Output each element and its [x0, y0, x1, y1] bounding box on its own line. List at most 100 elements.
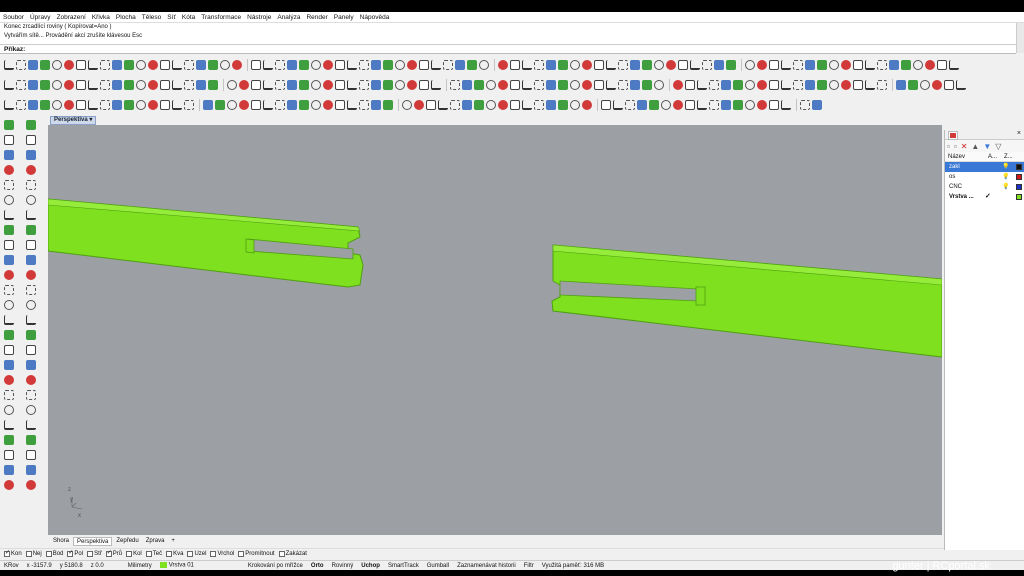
- toolbar-tool-icon[interactable]: [714, 60, 724, 70]
- toolbar-tool-icon[interactable]: [522, 100, 532, 110]
- left-tool-icon[interactable]: [4, 360, 14, 370]
- osnap-option[interactable]: Prů: [105, 549, 122, 557]
- layer-color-swatch[interactable]: [1016, 174, 1022, 180]
- left-tool-icon[interactable]: [4, 390, 14, 400]
- toolbar-tool-icon[interactable]: [721, 100, 731, 110]
- toolbar-tool-icon[interactable]: [148, 60, 158, 70]
- col-name[interactable]: Název: [945, 152, 985, 161]
- toolbar-tool-icon[interactable]: [64, 80, 74, 90]
- toolbar-tool-icon[interactable]: [486, 80, 496, 90]
- toolbar-tool-icon[interactable]: [220, 60, 230, 70]
- osnap-option[interactable]: Stř: [87, 550, 102, 557]
- toolbar-tool-icon[interactable]: [582, 100, 592, 110]
- osnap-checkbox[interactable]: [166, 550, 173, 557]
- toolbar-tool-icon[interactable]: [395, 80, 405, 90]
- toolbar-tool-icon[interactable]: [16, 100, 26, 110]
- toolbar-tool-icon[interactable]: [426, 100, 436, 110]
- toolbar-tool-icon[interactable]: [932, 80, 942, 90]
- toolbar-tool-icon[interactable]: [136, 60, 146, 70]
- menu-item[interactable]: Plocha: [116, 14, 136, 21]
- toolbar-tool-icon[interactable]: [407, 80, 417, 90]
- status-cplane[interactable]: KRov: [0, 563, 23, 569]
- left-tool-icon[interactable]: [4, 255, 14, 265]
- toolbar-tool-icon[interactable]: [371, 100, 381, 110]
- osnap-checkbox[interactable]: [187, 550, 194, 557]
- toolbar-tool-icon[interactable]: [28, 60, 38, 70]
- osnap-toggle[interactable]: Uchop: [357, 563, 384, 569]
- toolbar-tool-icon[interactable]: [124, 80, 134, 90]
- toolbar-tool-icon[interactable]: [865, 80, 875, 90]
- toolbar-tool-icon[interactable]: [949, 60, 959, 70]
- chevron-down-icon[interactable]: ▾: [89, 117, 92, 123]
- toolbar-tool-icon[interactable]: [498, 80, 508, 90]
- left-tool-icon[interactable]: [26, 420, 36, 430]
- view-tab[interactable]: Perspektiva: [73, 537, 113, 546]
- menu-item[interactable]: Křivka: [92, 14, 110, 21]
- toolbar-tool-icon[interactable]: [323, 80, 333, 90]
- toolbar-tool-icon[interactable]: [100, 100, 110, 110]
- toolbar-tool-icon[interactable]: [4, 60, 14, 70]
- left-tool-icon[interactable]: [4, 135, 14, 145]
- toolbar-tool-icon[interactable]: [474, 80, 484, 90]
- toolbar-tool-icon[interactable]: [829, 60, 839, 70]
- toolbar-tool-icon[interactable]: [745, 80, 755, 90]
- osnap-option[interactable]: Teč: [145, 550, 162, 557]
- toolbar-tool-icon[interactable]: [467, 60, 477, 70]
- toolbar-tool-icon[interactable]: [359, 100, 369, 110]
- toolbar-tool-icon[interactable]: [299, 100, 309, 110]
- toolbar-tool-icon[interactable]: [462, 100, 472, 110]
- toolbar-tool-icon[interactable]: [239, 80, 249, 90]
- osnap-option[interactable]: Kol: [126, 550, 142, 557]
- toolbar-tool-icon[interactable]: [697, 80, 707, 90]
- toolbar-tool-icon[interactable]: [184, 60, 194, 70]
- toolbar-tool-icon[interactable]: [661, 100, 671, 110]
- toolbar-tool-icon[interactable]: [335, 60, 345, 70]
- left-tool-icon[interactable]: [4, 240, 14, 250]
- toolbar-tool-icon[interactable]: [709, 80, 719, 90]
- layer-color-swatch[interactable]: [1016, 194, 1022, 200]
- toolbar-tool-icon[interactable]: [757, 60, 767, 70]
- layer-row[interactable]: zakl 💡: [945, 162, 1024, 172]
- left-tool-icon[interactable]: [4, 180, 14, 190]
- toolbar-tool-icon[interactable]: [558, 80, 568, 90]
- toolbar-tool-icon[interactable]: [486, 100, 496, 110]
- toolbar-tool-icon[interactable]: [299, 60, 309, 70]
- toolbar-tool-icon[interactable]: [510, 80, 520, 90]
- toolbar-tool-icon[interactable]: [419, 60, 429, 70]
- right-beam-object[interactable]: [551, 244, 942, 358]
- menu-item[interactable]: Nástroje: [247, 14, 271, 21]
- left-tool-icon[interactable]: [26, 135, 36, 145]
- left-tool-icon[interactable]: [4, 270, 14, 280]
- osnap-option[interactable]: Kva: [166, 550, 183, 557]
- menu-item[interactable]: Analýza: [277, 14, 300, 21]
- toolbar-tool-icon[interactable]: [172, 60, 182, 70]
- smarttrack-toggle[interactable]: SmartTrack: [384, 563, 423, 569]
- toolbar-tool-icon[interactable]: [642, 80, 652, 90]
- toolbar-tool-icon[interactable]: [196, 60, 206, 70]
- left-tool-icon[interactable]: [26, 360, 36, 370]
- toolbar-tool-icon[interactable]: [100, 60, 110, 70]
- toolbar-tool-icon[interactable]: [805, 60, 815, 70]
- toolbar-tool-icon[interactable]: [76, 100, 86, 110]
- close-icon[interactable]: ×: [1017, 130, 1021, 137]
- perspective-viewport[interactable]: z y x: [48, 125, 942, 535]
- toolbar-tool-icon[interactable]: [829, 80, 839, 90]
- toolbar-tool-icon[interactable]: [287, 80, 297, 90]
- planar-toggle[interactable]: Rovinný: [328, 563, 358, 569]
- left-tool-icon[interactable]: [26, 450, 36, 460]
- toolbar-tool-icon[interactable]: [606, 80, 616, 90]
- toolbar-tool-icon[interactable]: [450, 100, 460, 110]
- toolbar-tool-icon[interactable]: [215, 100, 225, 110]
- toolbar-tool-icon[interactable]: [534, 80, 544, 90]
- toolbar-tool-icon[interactable]: [323, 60, 333, 70]
- toolbar-tool-icon[interactable]: [28, 80, 38, 90]
- toolbar-tool-icon[interactable]: [172, 100, 182, 110]
- toolbar-tool-icon[interactable]: [793, 80, 803, 90]
- osnap-checkbox[interactable]: [238, 550, 245, 557]
- command-history-scrollbar[interactable]: [1016, 23, 1024, 53]
- toolbar-tool-icon[interactable]: [438, 100, 448, 110]
- toolbar-tool-icon[interactable]: [865, 60, 875, 70]
- toolbar-tool-icon[interactable]: [841, 80, 851, 90]
- left-tool-icon[interactable]: [4, 210, 14, 220]
- toolbar-tool-icon[interactable]: [733, 80, 743, 90]
